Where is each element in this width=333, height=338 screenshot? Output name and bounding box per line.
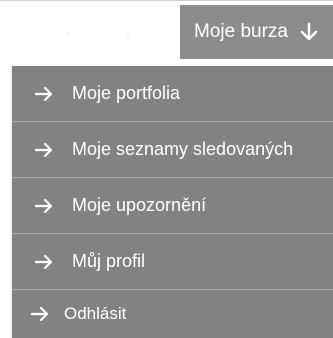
menu-item-my-watchlists[interactable]: Moje seznamy sledovaných: [12, 122, 333, 178]
menu-item-my-alerts[interactable]: Moje upozornění: [12, 178, 333, 234]
menu-item-label: Moje portfolia: [72, 83, 181, 103]
menu-item-logout[interactable]: Odhlásit: [12, 290, 333, 338]
decorative-dot: [127, 33, 129, 35]
arrow-right-icon: [34, 198, 54, 214]
menu-item-label: Můj profil: [72, 251, 146, 271]
menu-item-label: Moje upozornění: [72, 195, 207, 215]
arrow-right-icon: [34, 254, 54, 270]
menu-item-my-profile[interactable]: Můj profil: [12, 234, 333, 290]
my-exchange-menu-button[interactable]: Moje burza: [180, 5, 333, 59]
page: Moje burza Moje portfolia Moje seznamy s…: [0, 0, 333, 338]
arrow-right-icon: [30, 306, 50, 322]
arrow-right-icon: [34, 142, 54, 158]
menu-item-label: Moje seznamy sledovaných: [72, 139, 294, 159]
top-divider: [0, 0, 333, 1]
menu-item-label: Odhlásit: [64, 304, 127, 323]
my-exchange-dropdown: Moje portfolia Moje seznamy sledovaných …: [12, 66, 333, 338]
arrow-down-icon: [300, 22, 318, 42]
menu-button-label: Moje burza: [194, 21, 288, 42]
arrow-right-icon: [34, 86, 54, 102]
decorative-dot: [67, 33, 69, 35]
menu-item-my-portfolios[interactable]: Moje portfolia: [12, 66, 333, 122]
